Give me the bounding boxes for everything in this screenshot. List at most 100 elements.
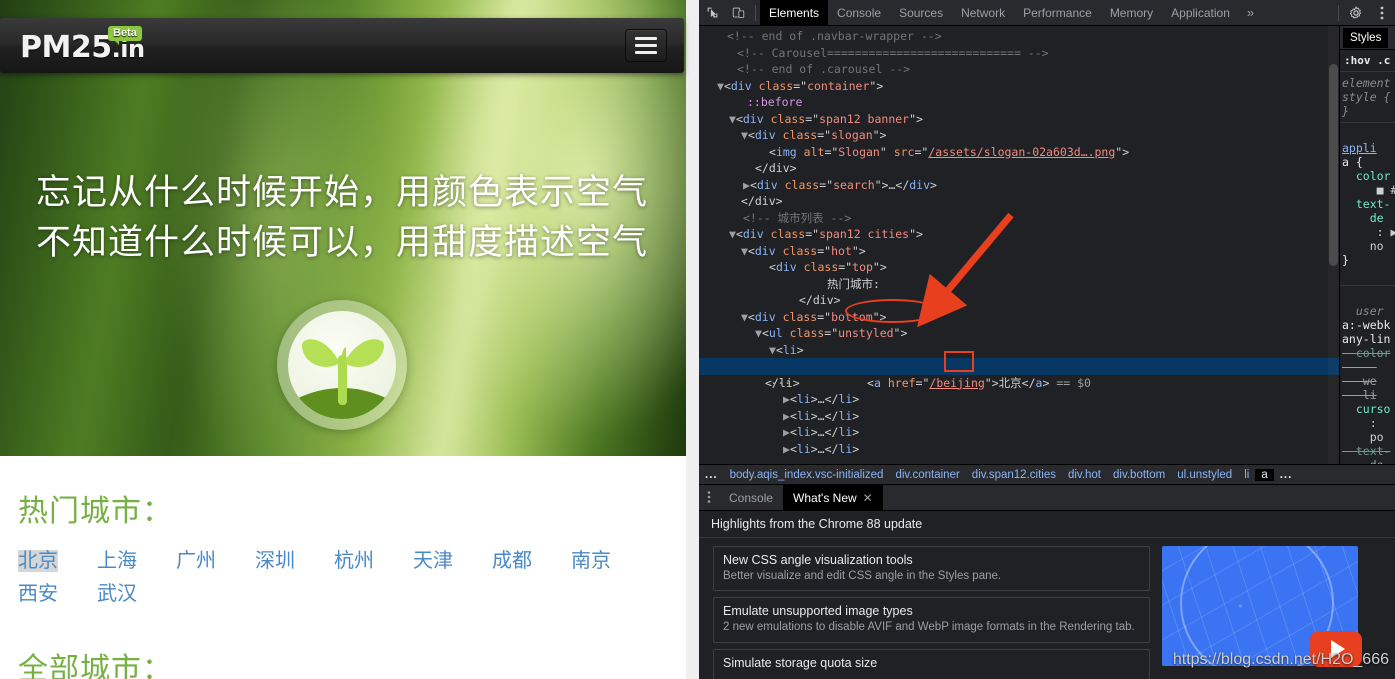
dom-line[interactable]: ▶<li>…</li> bbox=[699, 441, 1339, 458]
list-item[interactable]: 西安 bbox=[18, 577, 97, 606]
list-item[interactable]: Emulate unsupported image types 2 new em… bbox=[713, 597, 1150, 643]
drawer-tab-whats-new[interactable]: What's New ✕ bbox=[783, 484, 883, 511]
more-options-icon[interactable] bbox=[699, 490, 719, 506]
breadcrumb-item[interactable]: div.container bbox=[889, 469, 965, 481]
scrollbar-thumb[interactable] bbox=[1329, 64, 1338, 266]
list-item[interactable]: 天津 bbox=[413, 544, 492, 573]
breadcrumb-overflow[interactable]: ... bbox=[699, 469, 724, 481]
list-item[interactable]: 上海 bbox=[97, 544, 176, 573]
dom-line[interactable]: ▼<ul class="unstyled"> bbox=[699, 325, 1339, 342]
city-link[interactable]: 深圳 bbox=[255, 550, 295, 572]
dom-line[interactable]: <!-- end of .carousel --> bbox=[699, 61, 1339, 78]
applied-rules[interactable]: appli a { color ■ # text- de : ▶ no } bbox=[1340, 123, 1395, 286]
dom-line[interactable]: <!-- Carousel===========================… bbox=[699, 45, 1339, 62]
page-scrollbar[interactable] bbox=[686, 0, 699, 679]
city-link[interactable]: 南京 bbox=[571, 550, 611, 572]
user-agent-rules[interactable]: user a:-webk any-lin color — we li curso… bbox=[1340, 286, 1395, 464]
dom-line[interactable]: <!-- 城市列表 --> bbox=[699, 210, 1339, 227]
list-item[interactable]: 北京 bbox=[18, 544, 97, 573]
list-item[interactable]: 广州 bbox=[176, 544, 255, 573]
tab-sources[interactable]: Sources bbox=[890, 0, 952, 26]
list-item[interactable]: 南京 bbox=[571, 544, 650, 573]
list-item[interactable]: 深圳 bbox=[255, 544, 334, 573]
expand-triangle-icon[interactable]: ▼ bbox=[741, 244, 748, 258]
list-item[interactable]: 成都 bbox=[492, 544, 571, 573]
dom-line[interactable]: ▼<div class="span12 banner"> bbox=[699, 111, 1339, 128]
dom-line[interactable]: </div> bbox=[699, 193, 1339, 210]
expand-triangle-icon[interactable]: ▼ bbox=[741, 128, 748, 142]
dom-line[interactable]: ▶<li>…</li> bbox=[699, 424, 1339, 441]
breadcrumb-trailing[interactable]: ... bbox=[1274, 469, 1299, 481]
dom-line[interactable]: ▼<div class="span12 cities"> bbox=[699, 226, 1339, 243]
dom-href-link[interactable]: /beijing bbox=[929, 376, 984, 390]
dom-line[interactable]: ▶<li>…</li> bbox=[699, 391, 1339, 408]
device-toolbar-icon[interactable] bbox=[725, 0, 751, 26]
expand-triangle-icon[interactable]: ▶ bbox=[783, 425, 790, 439]
elements-scrollbar[interactable] bbox=[1328, 26, 1339, 464]
city-link[interactable]: 杭州 bbox=[334, 550, 374, 572]
list-item[interactable]: New CSS angle visualization tools Better… bbox=[713, 546, 1150, 592]
breadcrumb-item[interactable]: li bbox=[1238, 469, 1255, 481]
breadcrumb-item[interactable]: div.span12.cities bbox=[966, 469, 1062, 481]
expand-triangle-icon[interactable]: ▼ bbox=[755, 326, 762, 340]
dom-line[interactable]: <img alt="Slogan" src="/assets/slogan-02… bbox=[699, 144, 1339, 161]
tab-styles[interactable]: Styles bbox=[1343, 27, 1389, 48]
dom-src-link[interactable]: /assets/slogan-02a603d….png bbox=[928, 145, 1115, 159]
elements-dom-tree[interactable]: <!-- end of .navbar-wrapper --> <!-- Car… bbox=[699, 26, 1339, 464]
city-link[interactable]: 广州 bbox=[176, 550, 216, 572]
inspect-element-icon[interactable] bbox=[699, 0, 725, 26]
dom-line[interactable]: ▼<div class="container"> bbox=[699, 78, 1339, 95]
expand-triangle-icon[interactable]: ▼ bbox=[729, 112, 736, 126]
tab-application[interactable]: Application bbox=[1162, 0, 1239, 26]
more-tabs-icon[interactable]: » bbox=[1239, 5, 1262, 20]
city-link[interactable]: 上海 bbox=[97, 550, 137, 572]
tab-memory[interactable]: Memory bbox=[1101, 0, 1162, 26]
city-link[interactable]: 成都 bbox=[492, 550, 532, 572]
tab-console[interactable]: Console bbox=[828, 0, 890, 26]
dom-line[interactable]: 热门城市: bbox=[699, 276, 1339, 293]
breadcrumb[interactable]: ... body.aqis_index.vsc-initialized div.… bbox=[699, 464, 1395, 485]
breadcrumb-item[interactable]: div.hot bbox=[1062, 469, 1107, 481]
dom-line[interactable]: ▶<li>…</li> bbox=[699, 408, 1339, 425]
breadcrumb-item[interactable]: ul.unstyled bbox=[1171, 469, 1238, 481]
breadcrumb-item-active[interactable]: a bbox=[1255, 468, 1274, 481]
drawer-tab-console[interactable]: Console bbox=[719, 485, 783, 511]
expand-triangle-icon[interactable]: ▼ bbox=[729, 227, 736, 241]
dom-line[interactable]: ▼<li> bbox=[699, 342, 1339, 359]
dom-line-selected-anchor[interactable]: ··· <a href="/beijing">北京</a> == $0 bbox=[699, 358, 1339, 390]
city-link[interactable]: 西安 bbox=[18, 583, 58, 605]
dom-line[interactable]: ▼<div class="slogan"> bbox=[699, 127, 1339, 144]
element-style-rule[interactable]: element style { } bbox=[1340, 72, 1395, 123]
breadcrumb-item[interactable]: body.aqis_index.vsc-initialized bbox=[724, 469, 890, 481]
more-options-icon[interactable] bbox=[1369, 0, 1395, 26]
dom-line[interactable]: ▶<div class="search">…</div> bbox=[699, 177, 1339, 194]
city-link[interactable]: 天津 bbox=[413, 550, 453, 572]
list-item[interactable]: 杭州 bbox=[334, 544, 413, 573]
hov-filter[interactable]: :hov bbox=[1344, 54, 1371, 68]
dom-line[interactable]: ::before bbox=[699, 94, 1339, 111]
tab-elements[interactable]: Elements bbox=[760, 0, 829, 26]
site-logo[interactable]: PM25.in Beta bbox=[20, 26, 145, 65]
tab-performance[interactable]: Performance bbox=[1014, 0, 1101, 26]
gear-icon[interactable] bbox=[1343, 0, 1369, 26]
expand-triangle-icon[interactable]: ▶ bbox=[743, 178, 750, 192]
tab-network[interactable]: Network bbox=[952, 0, 1014, 26]
city-link[interactable]: 北京 bbox=[18, 550, 58, 572]
expand-triangle-icon[interactable]: ▼ bbox=[769, 343, 776, 357]
list-item[interactable]: 武汉 bbox=[97, 577, 176, 606]
hamburger-menu-icon[interactable] bbox=[625, 29, 667, 62]
dom-line[interactable]: </div> bbox=[699, 292, 1339, 309]
city-link[interactable]: 武汉 bbox=[97, 583, 137, 605]
dom-line[interactable]: <div class="top"> bbox=[699, 259, 1339, 276]
dom-line[interactable]: <!-- end of .navbar-wrapper --> bbox=[699, 28, 1339, 45]
dom-line[interactable]: ▼<div class="hot"> bbox=[699, 243, 1339, 260]
dom-line-bottom-div[interactable]: ▼<div class="bottom"> bbox=[699, 309, 1339, 326]
close-icon[interactable]: ✕ bbox=[863, 491, 873, 505]
breadcrumb-item[interactable]: div.bottom bbox=[1107, 469, 1171, 481]
expand-triangle-icon[interactable]: ▼ bbox=[717, 79, 724, 93]
expand-triangle-icon[interactable]: ▶ bbox=[783, 392, 790, 406]
expand-triangle-icon[interactable]: ▼ bbox=[741, 310, 748, 324]
dom-line[interactable]: </div> bbox=[699, 160, 1339, 177]
styles-state-filters[interactable]: :hov .c bbox=[1340, 50, 1395, 72]
list-item[interactable]: Simulate storage quota size bbox=[713, 648, 1150, 679]
